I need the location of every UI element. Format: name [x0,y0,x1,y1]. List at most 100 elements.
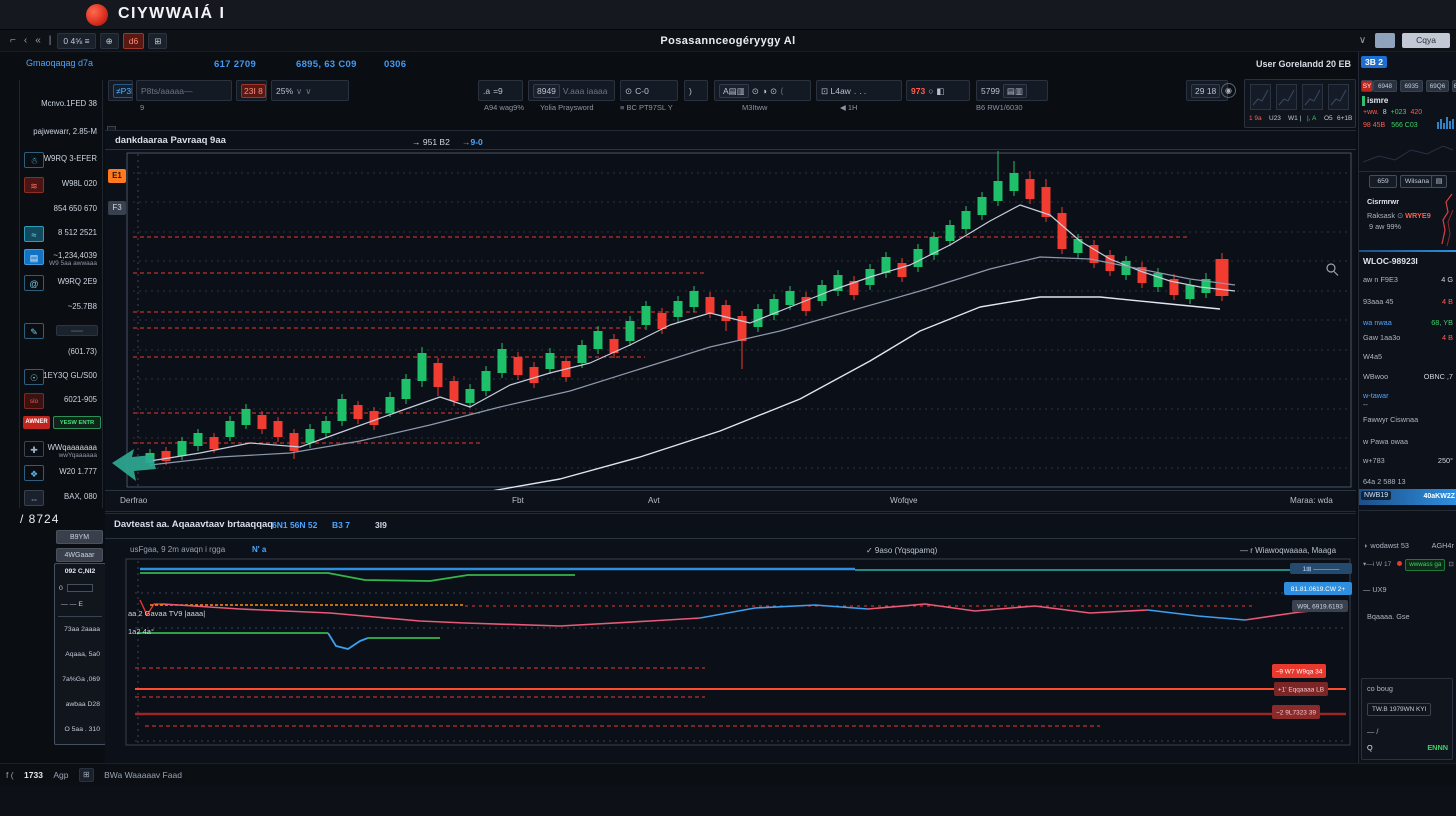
indicator-option-right[interactable]: — r Wiawoqwaaaa, Maaga [1240,546,1336,555]
sidebar-item-10[interactable]: (601.73) [21,344,102,367]
timeframe-chip-2[interactable]: 6935 [1400,80,1423,92]
dropdown-item-0[interactable]: 73aa 2aaaa [55,626,105,633]
order-box-confirm[interactable]: ENNN [1427,743,1448,752]
chart-preview-panel[interactable]: 1 9aU23W1 ||, AO56+1B [1244,79,1356,128]
toolbar-button-7-0[interactable]: ) [689,85,692,97]
account-row-5[interactable]: WBwooOBNC ,7 [1363,372,1455,381]
sidebar-item-15[interactable]: ❖W20 1.777 [21,464,102,487]
account-row-3[interactable]: Gaw 1aa3o4 B [1363,333,1455,342]
chart-thumbnail-0[interactable] [1250,84,1271,110]
chevron-down-icon[interactable]: ∨ [1359,30,1366,52]
toolbar-button-10-0[interactable]: 973 [911,85,925,97]
sidebar-item-8[interactable]: ~25.7B8 [21,299,102,322]
chart-thumbnail-2[interactable] [1302,84,1323,110]
menubar-icon-2[interactable]: « [35,30,41,52]
feed-icon[interactable]: ⊞ [79,768,94,782]
toolbar-button-6-1[interactable]: C-0 [635,85,649,97]
timeframe-chip-4[interactable]: 6m [1452,80,1456,92]
right-panel-tab-2[interactable]: ▤ [1431,175,1447,188]
sidebar-item-7[interactable]: @W9RQ 2E9 [21,274,102,297]
candlestick-chart[interactable] [105,151,1356,491]
watch-icon[interactable]: ◉ [1221,83,1236,98]
toolbar-button-12-0[interactable]: 29 18 [1191,84,1220,98]
dropdown-item-4[interactable]: O 5aa . 310 [55,726,105,733]
toolbar-button-9-0[interactable]: ⊡ L4aw [821,85,851,97]
toolbar-button-3-1[interactable]: ∨ [296,85,302,97]
right-panel-tab-1[interactable]: Wilsana [1400,175,1434,188]
dropdown-line-row[interactable]: — — E [55,601,105,608]
toolbar-button-2-0[interactable]: 23I 8 [241,84,266,98]
chart-thumbnail-3[interactable] [1328,84,1349,110]
timeframe-chip-0[interactable]: SY [1361,80,1373,92]
dropdown-item-3[interactable]: awbaa D28 [55,701,105,708]
sidebar-item-12[interactable]: sïo6021-905 [21,392,102,415]
bottom-row-2[interactable]: ▾—i W 17wwwass ga⊡ 8 [1363,559,1456,571]
sidebar-buy-button[interactable]: AWNER [23,416,50,429]
sidebar-item-13[interactable]: AWNERYESW ENTR [21,415,102,438]
toolbar-button-6-0[interactable]: ⊙ [625,85,632,97]
sidebar-header-link[interactable]: Gmaoqaqag d7a [26,58,93,68]
toolbar-button-11-0[interactable]: 5799 [981,85,1000,97]
toolbar-button-8-2[interactable]: ◑ [762,85,767,97]
symbol-tag[interactable]: 3B 2 [1361,56,1387,68]
account-row-4[interactable]: W4a5 [1363,352,1455,361]
account-row-9[interactable]: w Pawa owaa [1363,437,1455,446]
toolbar-button-5-1[interactable]: V.aaa iaaaa [563,85,608,97]
toolbar-button-0-0[interactable]: ≠P3I [113,84,133,98]
sidebar-item-1[interactable]: pajwewarr, 2.85-M [21,124,102,147]
order-box-chip[interactable]: TW.B 1979WN KYI [1367,703,1431,716]
account-row-10[interactable]: w+783250° [1363,456,1455,465]
account-row-1[interactable]: 93aaa 454 B [1363,297,1455,306]
sidebar-item-16[interactable]: ⇔BAX, 080 [21,489,102,512]
chart-thumbnail-1[interactable] [1276,84,1297,110]
toolbar-button-10-2[interactable]: ◧ [936,85,944,97]
sidebar-item-0[interactable]: Mcnvo.1FED 38 [21,96,102,119]
margin-progress-bar[interactable]: NWB1940aKW2Z [1359,489,1456,505]
menubar-button-0[interactable]: 0 4⅝ ≡ [57,33,95,49]
bottom-row-1[interactable]: ◑wodawst 53 [1363,541,1409,550]
toolbar-button-9-1[interactable]: . [854,85,856,97]
menubar-button-2[interactable]: d6 [123,33,144,49]
right-panel-tab-0[interactable]: 659 [1369,175,1397,188]
account-row-2[interactable]: wa nwaa68, YB [1363,318,1455,327]
account-row-6[interactable]: w-tawar [1363,391,1455,400]
dropdown-input[interactable] [67,584,93,592]
sidebar-item-14[interactable]: ✚WWqaaaaaaawwYqaaaaaa [21,440,102,463]
sidebar-item-5[interactable]: ≈8 512 2521 [21,225,102,248]
sidebar-item-3[interactable]: ≋W98L 020 [21,176,102,199]
sidebar-item-2[interactable]: ☃W9RQ 3-EFER [21,151,102,174]
toolbar-button-3-0[interactable]: 25% [276,85,293,97]
toolbar-button-1-0[interactable]: P8ts/aaaaa— [141,85,193,97]
sidebar-footer-button-2[interactable]: 4WGaaar [56,548,103,562]
menubar-icon-0[interactable]: ⌐ [10,30,16,52]
toolbar-button-3-2[interactable]: ∨ [305,85,311,97]
sidebar-item-4[interactable]: 854 650 670 [21,201,102,224]
toolbar-button-11-1[interactable]: ▤▥ [1003,84,1027,98]
time-axis[interactable]: DerfraoFbtAvtWofqveMaraa: wda [105,490,1356,512]
account-row-7[interactable]: -- [1363,400,1455,409]
toolbar-button-4-0[interactable]: .a [483,85,490,97]
toolbar-button-8-1[interactable]: ⊙ [752,85,759,97]
theme-swatch[interactable] [1375,33,1395,48]
sidebar-item-11[interactable]: ☉1EY3Q GL/S00 [21,368,102,391]
timeframe-chip-3[interactable]: 69Q6 [1426,80,1449,92]
dropdown-item-1[interactable]: Aqaaa, 5a0 [55,651,105,658]
order-box-q[interactable]: Q [1367,743,1373,752]
toolbar-button-8-0[interactable]: A▤▥ [719,84,749,98]
menubar-icon-3[interactable]: | [49,30,52,52]
toolbar-button-8-4[interactable]: ⟨ [780,85,783,97]
account-row-0[interactable]: aw n F9E34 G [1363,275,1455,284]
indicator-line-chart[interactable]: 1⊞ ————81.81.0619.CW 2+W9L 6919.6193~9 W… [105,556,1356,763]
toolbar-button-5-0[interactable]: 8949 [533,84,560,98]
sidebar-item-6[interactable]: ▤~1,234,4039W9 5aa awwaaa [21,248,102,271]
indicator-settings-value[interactable]: N' a [252,545,266,554]
sidebar-footer-button-1[interactable]: B9YM [56,530,103,544]
dropdown-item-2[interactable]: 7a%Ga ,069 [55,676,105,683]
timeframe-chip-1[interactable]: 6948 [1373,80,1397,92]
account-row-8[interactable]: Fawwyr Ciswnaa [1363,415,1455,424]
account-row-11[interactable]: 64a 2 588 13 [1363,477,1455,486]
menubar-right-button[interactable]: Cqya [1402,33,1450,48]
menubar-icon-1[interactable]: ‹ [24,30,27,52]
indicator-option-check[interactable]: ✓ 9aso (Yqsqpamq) [866,546,937,555]
menubar-button-1[interactable]: ⊕ [100,33,119,49]
